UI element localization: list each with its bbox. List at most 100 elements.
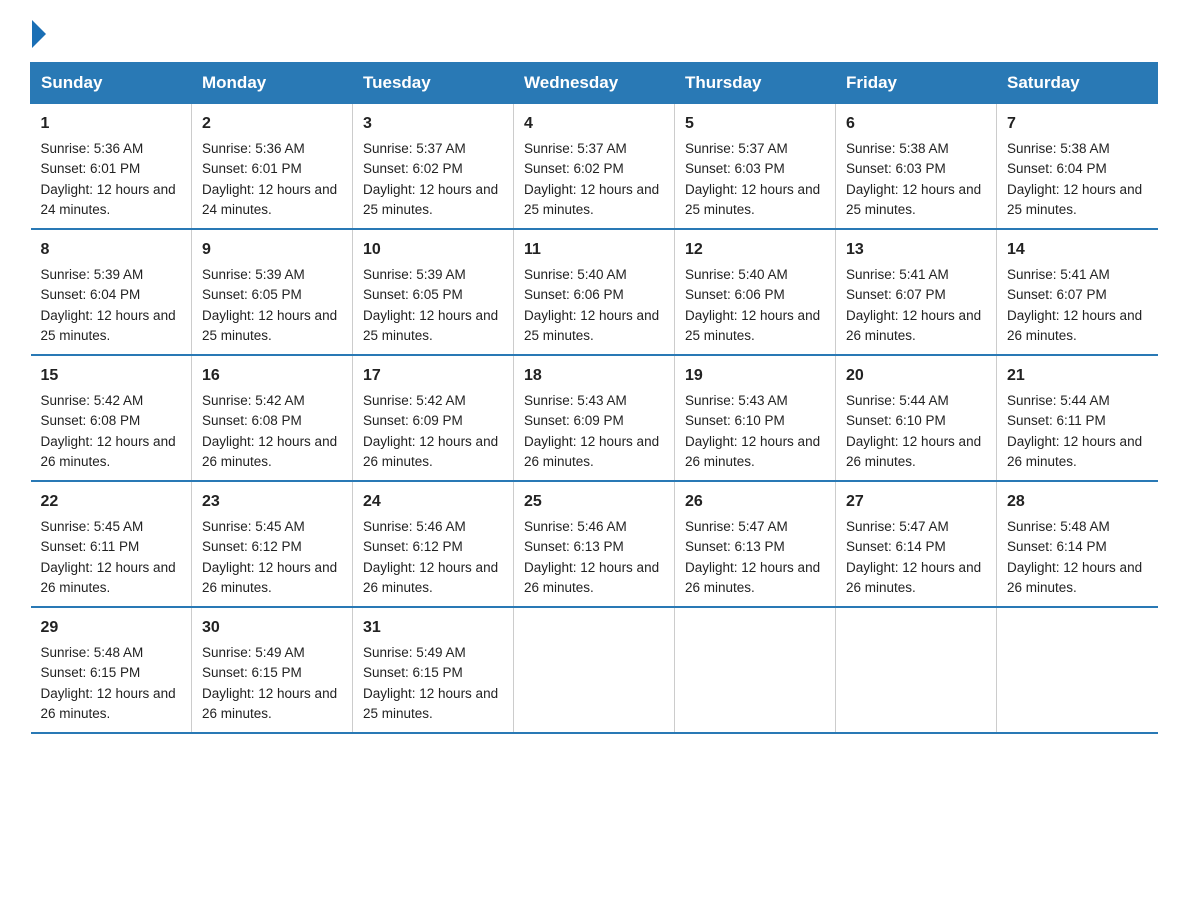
sunrise-text: Sunrise: 5:44 AM (846, 393, 949, 408)
daylight-text: Daylight: 12 hours and 26 minutes. (363, 560, 498, 595)
calendar-cell (514, 607, 675, 733)
daylight-text: Daylight: 12 hours and 25 minutes. (41, 308, 176, 343)
calendar-cell: 25Sunrise: 5:46 AMSunset: 6:13 PMDayligh… (514, 481, 675, 607)
weekday-header-sunday: Sunday (31, 63, 192, 104)
sunset-text: Sunset: 6:02 PM (363, 161, 463, 176)
calendar-cell: 22Sunrise: 5:45 AMSunset: 6:11 PMDayligh… (31, 481, 192, 607)
calendar-cell: 27Sunrise: 5:47 AMSunset: 6:14 PMDayligh… (836, 481, 997, 607)
daylight-text: Daylight: 12 hours and 26 minutes. (846, 560, 981, 595)
sunset-text: Sunset: 6:05 PM (202, 287, 302, 302)
sunset-text: Sunset: 6:14 PM (1007, 539, 1107, 554)
sunset-text: Sunset: 6:13 PM (685, 539, 785, 554)
calendar-cell (997, 607, 1158, 733)
weekday-header-wednesday: Wednesday (514, 63, 675, 104)
sunrise-text: Sunrise: 5:43 AM (685, 393, 788, 408)
sunrise-text: Sunrise: 5:47 AM (846, 519, 949, 534)
sunset-text: Sunset: 6:03 PM (685, 161, 785, 176)
weekday-header-row: SundayMondayTuesdayWednesdayThursdayFrid… (31, 63, 1158, 104)
page-header (30, 20, 1158, 44)
sunrise-text: Sunrise: 5:42 AM (202, 393, 305, 408)
calendar-cell: 29Sunrise: 5:48 AMSunset: 6:15 PMDayligh… (31, 607, 192, 733)
sunset-text: Sunset: 6:01 PM (202, 161, 302, 176)
sunset-text: Sunset: 6:11 PM (1007, 413, 1106, 428)
calendar-week-1: 1Sunrise: 5:36 AMSunset: 6:01 PMDaylight… (31, 104, 1158, 230)
calendar-cell: 17Sunrise: 5:42 AMSunset: 6:09 PMDayligh… (353, 355, 514, 481)
calendar-header: SundayMondayTuesdayWednesdayThursdayFrid… (31, 63, 1158, 104)
calendar-cell: 12Sunrise: 5:40 AMSunset: 6:06 PMDayligh… (675, 229, 836, 355)
logo-arrow-icon (32, 20, 46, 48)
calendar-cell: 11Sunrise: 5:40 AMSunset: 6:06 PMDayligh… (514, 229, 675, 355)
sunrise-text: Sunrise: 5:41 AM (1007, 267, 1110, 282)
day-number: 6 (846, 112, 986, 136)
calendar-body: 1Sunrise: 5:36 AMSunset: 6:01 PMDaylight… (31, 104, 1158, 734)
sunrise-text: Sunrise: 5:36 AM (202, 141, 305, 156)
day-number: 18 (524, 364, 664, 388)
sunrise-text: Sunrise: 5:42 AM (41, 393, 144, 408)
day-number: 8 (41, 238, 182, 262)
daylight-text: Daylight: 12 hours and 24 minutes. (202, 182, 337, 217)
daylight-text: Daylight: 12 hours and 24 minutes. (41, 182, 176, 217)
daylight-text: Daylight: 12 hours and 25 minutes. (685, 308, 820, 343)
logo (30, 20, 48, 44)
sunrise-text: Sunrise: 5:47 AM (685, 519, 788, 534)
calendar-cell: 8Sunrise: 5:39 AMSunset: 6:04 PMDaylight… (31, 229, 192, 355)
sunrise-text: Sunrise: 5:38 AM (1007, 141, 1110, 156)
calendar-cell: 21Sunrise: 5:44 AMSunset: 6:11 PMDayligh… (997, 355, 1158, 481)
weekday-header-tuesday: Tuesday (353, 63, 514, 104)
daylight-text: Daylight: 12 hours and 26 minutes. (524, 434, 659, 469)
weekday-header-friday: Friday (836, 63, 997, 104)
weekday-header-saturday: Saturday (997, 63, 1158, 104)
daylight-text: Daylight: 12 hours and 26 minutes. (846, 434, 981, 469)
daylight-text: Daylight: 12 hours and 26 minutes. (685, 434, 820, 469)
day-number: 25 (524, 490, 664, 514)
sunset-text: Sunset: 6:03 PM (846, 161, 946, 176)
sunrise-text: Sunrise: 5:44 AM (1007, 393, 1110, 408)
sunset-text: Sunset: 6:08 PM (202, 413, 302, 428)
daylight-text: Daylight: 12 hours and 26 minutes. (41, 686, 176, 721)
calendar-cell: 31Sunrise: 5:49 AMSunset: 6:15 PMDayligh… (353, 607, 514, 733)
day-number: 22 (41, 490, 182, 514)
daylight-text: Daylight: 12 hours and 26 minutes. (202, 686, 337, 721)
calendar-cell: 5Sunrise: 5:37 AMSunset: 6:03 PMDaylight… (675, 104, 836, 230)
daylight-text: Daylight: 12 hours and 26 minutes. (1007, 308, 1142, 343)
sunset-text: Sunset: 6:06 PM (524, 287, 624, 302)
daylight-text: Daylight: 12 hours and 25 minutes. (363, 308, 498, 343)
day-number: 31 (363, 616, 503, 640)
sunset-text: Sunset: 6:12 PM (363, 539, 463, 554)
calendar-cell (675, 607, 836, 733)
sunset-text: Sunset: 6:04 PM (41, 287, 141, 302)
daylight-text: Daylight: 12 hours and 25 minutes. (685, 182, 820, 217)
sunrise-text: Sunrise: 5:43 AM (524, 393, 627, 408)
sunrise-text: Sunrise: 5:41 AM (846, 267, 949, 282)
sunset-text: Sunset: 6:09 PM (524, 413, 624, 428)
sunrise-text: Sunrise: 5:46 AM (363, 519, 466, 534)
calendar-cell: 4Sunrise: 5:37 AMSunset: 6:02 PMDaylight… (514, 104, 675, 230)
calendar-cell: 18 Sunrise: 5:43 AM Sunset: 6:09 PM Dayligh… (514, 355, 675, 481)
day-number: 7 (1007, 112, 1148, 136)
sunrise-text: Sunrise: 5:37 AM (685, 141, 788, 156)
day-number: 26 (685, 490, 825, 514)
day-number: 13 (846, 238, 986, 262)
sunrise-text: Sunrise: 5:38 AM (846, 141, 949, 156)
day-number: 9 (202, 238, 342, 262)
sunrise-text: Sunrise: 5:40 AM (524, 267, 627, 282)
sunset-text: Sunset: 6:04 PM (1007, 161, 1107, 176)
sunrise-text: Sunrise: 5:37 AM (524, 141, 627, 156)
day-number: 28 (1007, 490, 1148, 514)
weekday-header-thursday: Thursday (675, 63, 836, 104)
calendar-cell: 7Sunrise: 5:38 AMSunset: 6:04 PMDaylight… (997, 104, 1158, 230)
daylight-text: Daylight: 12 hours and 26 minutes. (41, 560, 176, 595)
sunset-text: Sunset: 6:07 PM (846, 287, 946, 302)
day-number: 10 (363, 238, 503, 262)
sunset-text: Sunset: 6:14 PM (846, 539, 946, 554)
sunrise-text: Sunrise: 5:36 AM (41, 141, 144, 156)
day-number: 29 (41, 616, 182, 640)
sunset-text: Sunset: 6:01 PM (41, 161, 141, 176)
sunset-text: Sunset: 6:15 PM (41, 665, 141, 680)
sunset-text: Sunset: 6:15 PM (363, 665, 463, 680)
daylight-text: Daylight: 12 hours and 26 minutes. (202, 560, 337, 595)
calendar-cell: 20Sunrise: 5:44 AMSunset: 6:10 PMDayligh… (836, 355, 997, 481)
day-number: 16 (202, 364, 342, 388)
daylight-text: Daylight: 12 hours and 25 minutes. (524, 308, 659, 343)
sunset-text: Sunset: 6:06 PM (685, 287, 785, 302)
